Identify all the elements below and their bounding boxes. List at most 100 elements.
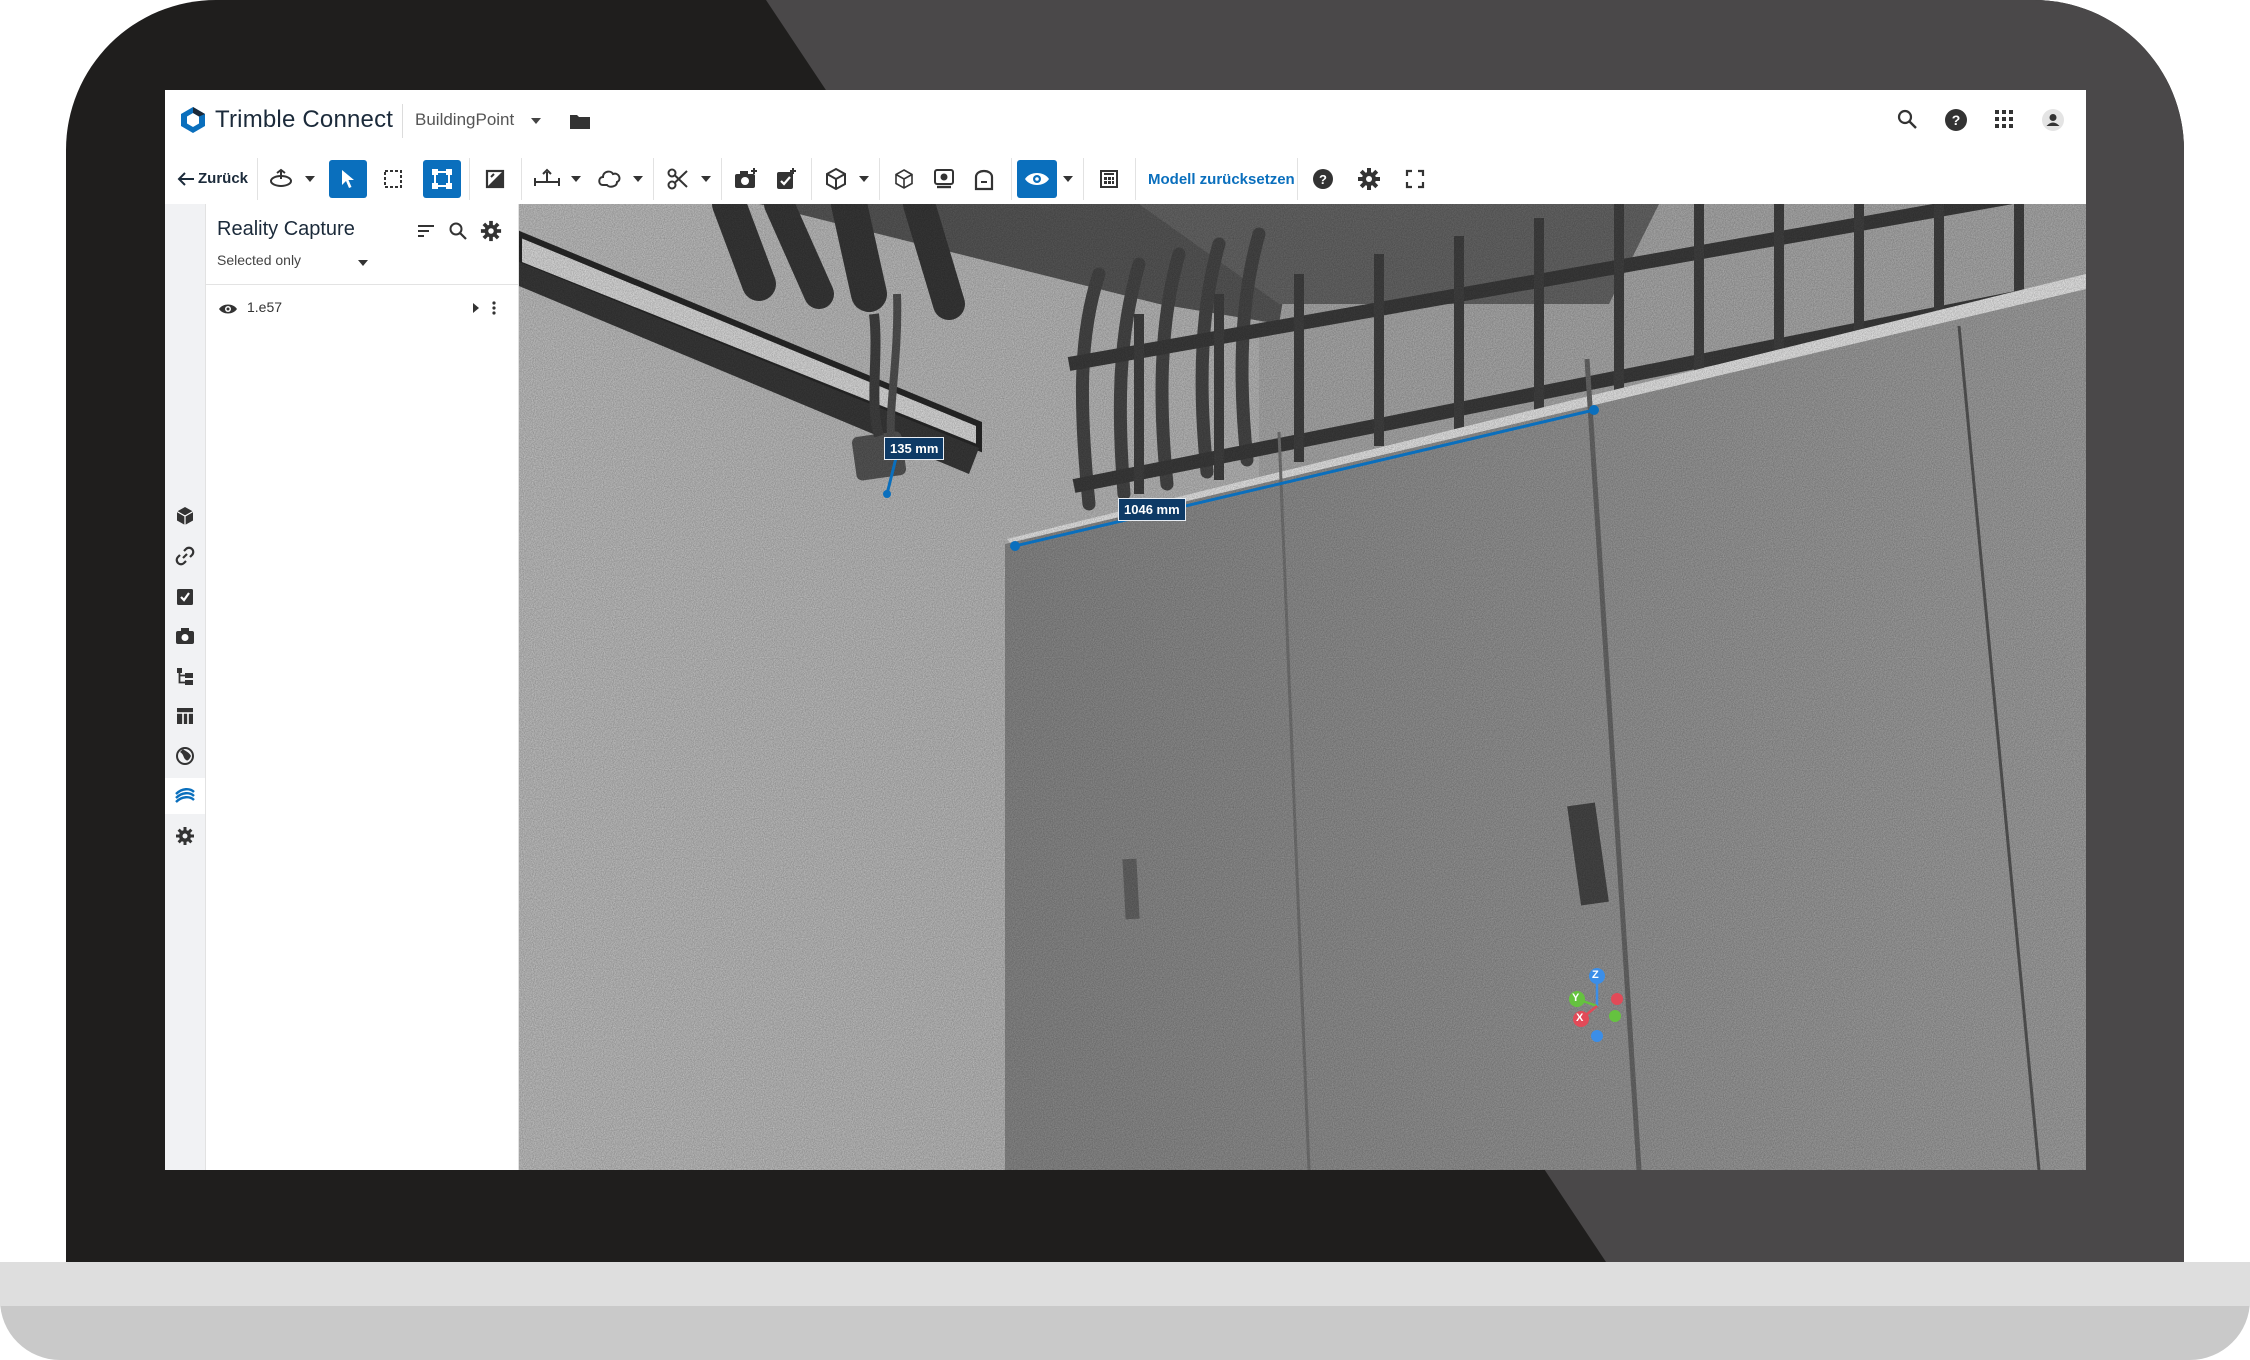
toolbar-separator: [721, 158, 722, 200]
section-tool-button[interactable]: [477, 160, 513, 198]
object-view-button[interactable]: [817, 160, 855, 198]
scissors-icon: [667, 168, 688, 190]
settings-button[interactable]: [1351, 160, 1387, 198]
chevron-down-icon: [305, 176, 315, 182]
toolbar-separator: [469, 158, 470, 200]
rail-organizer-button[interactable]: [165, 658, 205, 694]
user-avatar-icon[interactable]: [2041, 108, 2065, 132]
globe-icon: [176, 747, 194, 765]
back-button[interactable]: Zurück: [177, 170, 248, 187]
grid-calc-icon: [1100, 170, 1118, 188]
folder-icon[interactable]: [569, 112, 591, 130]
measurement-label[interactable]: 1046 mm: [1118, 498, 1186, 521]
chevron-down-icon[interactable]: [358, 260, 368, 266]
svg-text:?: ?: [1952, 112, 1961, 128]
toolbar-separator: [1297, 158, 1298, 200]
chevron-down-icon: [1063, 176, 1073, 182]
transparency-button[interactable]: [885, 160, 923, 198]
ghost-mode-button[interactable]: [965, 160, 1003, 198]
main-toolbar: Zurück Modell zurücksetzen ?: [165, 152, 2086, 205]
header-separator: [402, 104, 403, 138]
trimble-logo-icon: [181, 107, 205, 133]
visibility-button[interactable]: [1017, 160, 1057, 198]
eye-icon: [1025, 173, 1049, 185]
help-icon[interactable]: ?: [1944, 108, 1968, 132]
chevron-down-icon: [571, 176, 581, 182]
measure-points-button[interactable]: [423, 160, 461, 198]
panel-divider: [206, 284, 518, 285]
axis-x-label: X: [1576, 1012, 1584, 1024]
app-header: Trimble Connect BuildingPoint ?: [165, 90, 2086, 153]
reality-capture-panel: Reality Capture Selected only 1.e57: [206, 204, 519, 1170]
point-cloud-scene[interactable]: [519, 204, 2086, 1170]
chevron-down-icon: [701, 176, 711, 182]
select-tool-button[interactable]: [329, 160, 367, 198]
object-view-dropdown[interactable]: [855, 160, 873, 198]
rail-views-button[interactable]: [165, 618, 205, 654]
calculator-button[interactable]: [1091, 160, 1127, 198]
apps-grid-icon[interactable]: [1993, 108, 2015, 130]
toolbar-separator: [521, 158, 522, 200]
sort-icon[interactable]: [416, 222, 436, 240]
markup-dropdown[interactable]: [629, 160, 647, 198]
rail-reality-capture-button[interactable]: [165, 778, 205, 814]
dashed-square-icon: [384, 170, 402, 188]
box-select-button[interactable]: [375, 160, 411, 198]
rail-map-button[interactable]: [165, 738, 205, 774]
search-icon[interactable]: [448, 221, 468, 241]
gear-icon[interactable]: [480, 220, 502, 242]
toolbar-help-button[interactable]: ?: [1305, 160, 1341, 198]
measure-dropdown[interactable]: [567, 160, 585, 198]
rail-extensions-button[interactable]: [165, 818, 205, 854]
cursor-arrow-icon: [342, 170, 354, 188]
file-name: 1.e57: [247, 299, 283, 315]
measure-tool-button[interactable]: [527, 160, 567, 198]
search-icon[interactable]: [1896, 108, 1918, 130]
list-item[interactable]: 1.e57: [206, 294, 518, 322]
help-icon: ?: [1313, 169, 1333, 189]
measurement-label[interactable]: 135 mm: [884, 437, 945, 460]
camera-icon: [176, 628, 194, 644]
chevron-down-icon: [633, 176, 643, 182]
laptop-base-top: [0, 1262, 2250, 1306]
orbit-icon: [270, 168, 292, 187]
chevron-right-icon[interactable]: [471, 302, 481, 314]
orbit-button[interactable]: [263, 160, 299, 198]
reset-model-button[interactable]: Modell zurücksetzen: [1148, 171, 1295, 188]
svg-text:?: ?: [1319, 172, 1327, 187]
rail-todo-button[interactable]: [165, 578, 205, 614]
bounding-box-icon: [432, 169, 452, 189]
clip-tool-button[interactable]: [659, 160, 697, 198]
fullscreen-icon: [1405, 169, 1425, 189]
left-icon-rail: [165, 204, 206, 1170]
rail-properties-button[interactable]: [165, 698, 205, 734]
orbit-dropdown[interactable]: [301, 160, 319, 198]
chevron-down-icon[interactable]: [531, 118, 541, 124]
visibility-dropdown[interactable]: [1059, 160, 1077, 198]
markup-tool-button[interactable]: [591, 160, 629, 198]
add-todo-button[interactable]: [767, 160, 805, 198]
axis-y-label: Y: [1572, 992, 1580, 1004]
toolbar-separator: [811, 158, 812, 200]
clip-dropdown[interactable]: [697, 160, 715, 198]
3d-viewport[interactable]: 135 mm 1046 mm Z Y X: [519, 204, 2086, 1170]
link-icon: [175, 546, 195, 566]
add-view-button[interactable]: [727, 160, 765, 198]
toolbar-separator: [1011, 158, 1012, 200]
more-vertical-icon[interactable]: [491, 300, 497, 316]
eye-icon[interactable]: [218, 302, 238, 316]
filter-select[interactable]: Selected only: [217, 252, 301, 268]
rail-models-button[interactable]: [165, 498, 205, 534]
project-selector[interactable]: BuildingPoint: [415, 110, 514, 130]
gear-icon: [1358, 168, 1380, 190]
mode-button[interactable]: [925, 160, 963, 198]
fullscreen-button[interactable]: [1397, 160, 1433, 198]
brand-name[interactable]: Trimble Connect: [215, 106, 393, 134]
tree-structure-icon: [177, 668, 193, 685]
ghost-icon: [974, 169, 994, 191]
axis-z-label: Z: [1592, 969, 1599, 981]
cube-icon: [176, 507, 194, 525]
measure-icon: [534, 168, 560, 186]
arrow-left-icon: [177, 171, 194, 186]
rail-links-button[interactable]: [165, 538, 205, 574]
